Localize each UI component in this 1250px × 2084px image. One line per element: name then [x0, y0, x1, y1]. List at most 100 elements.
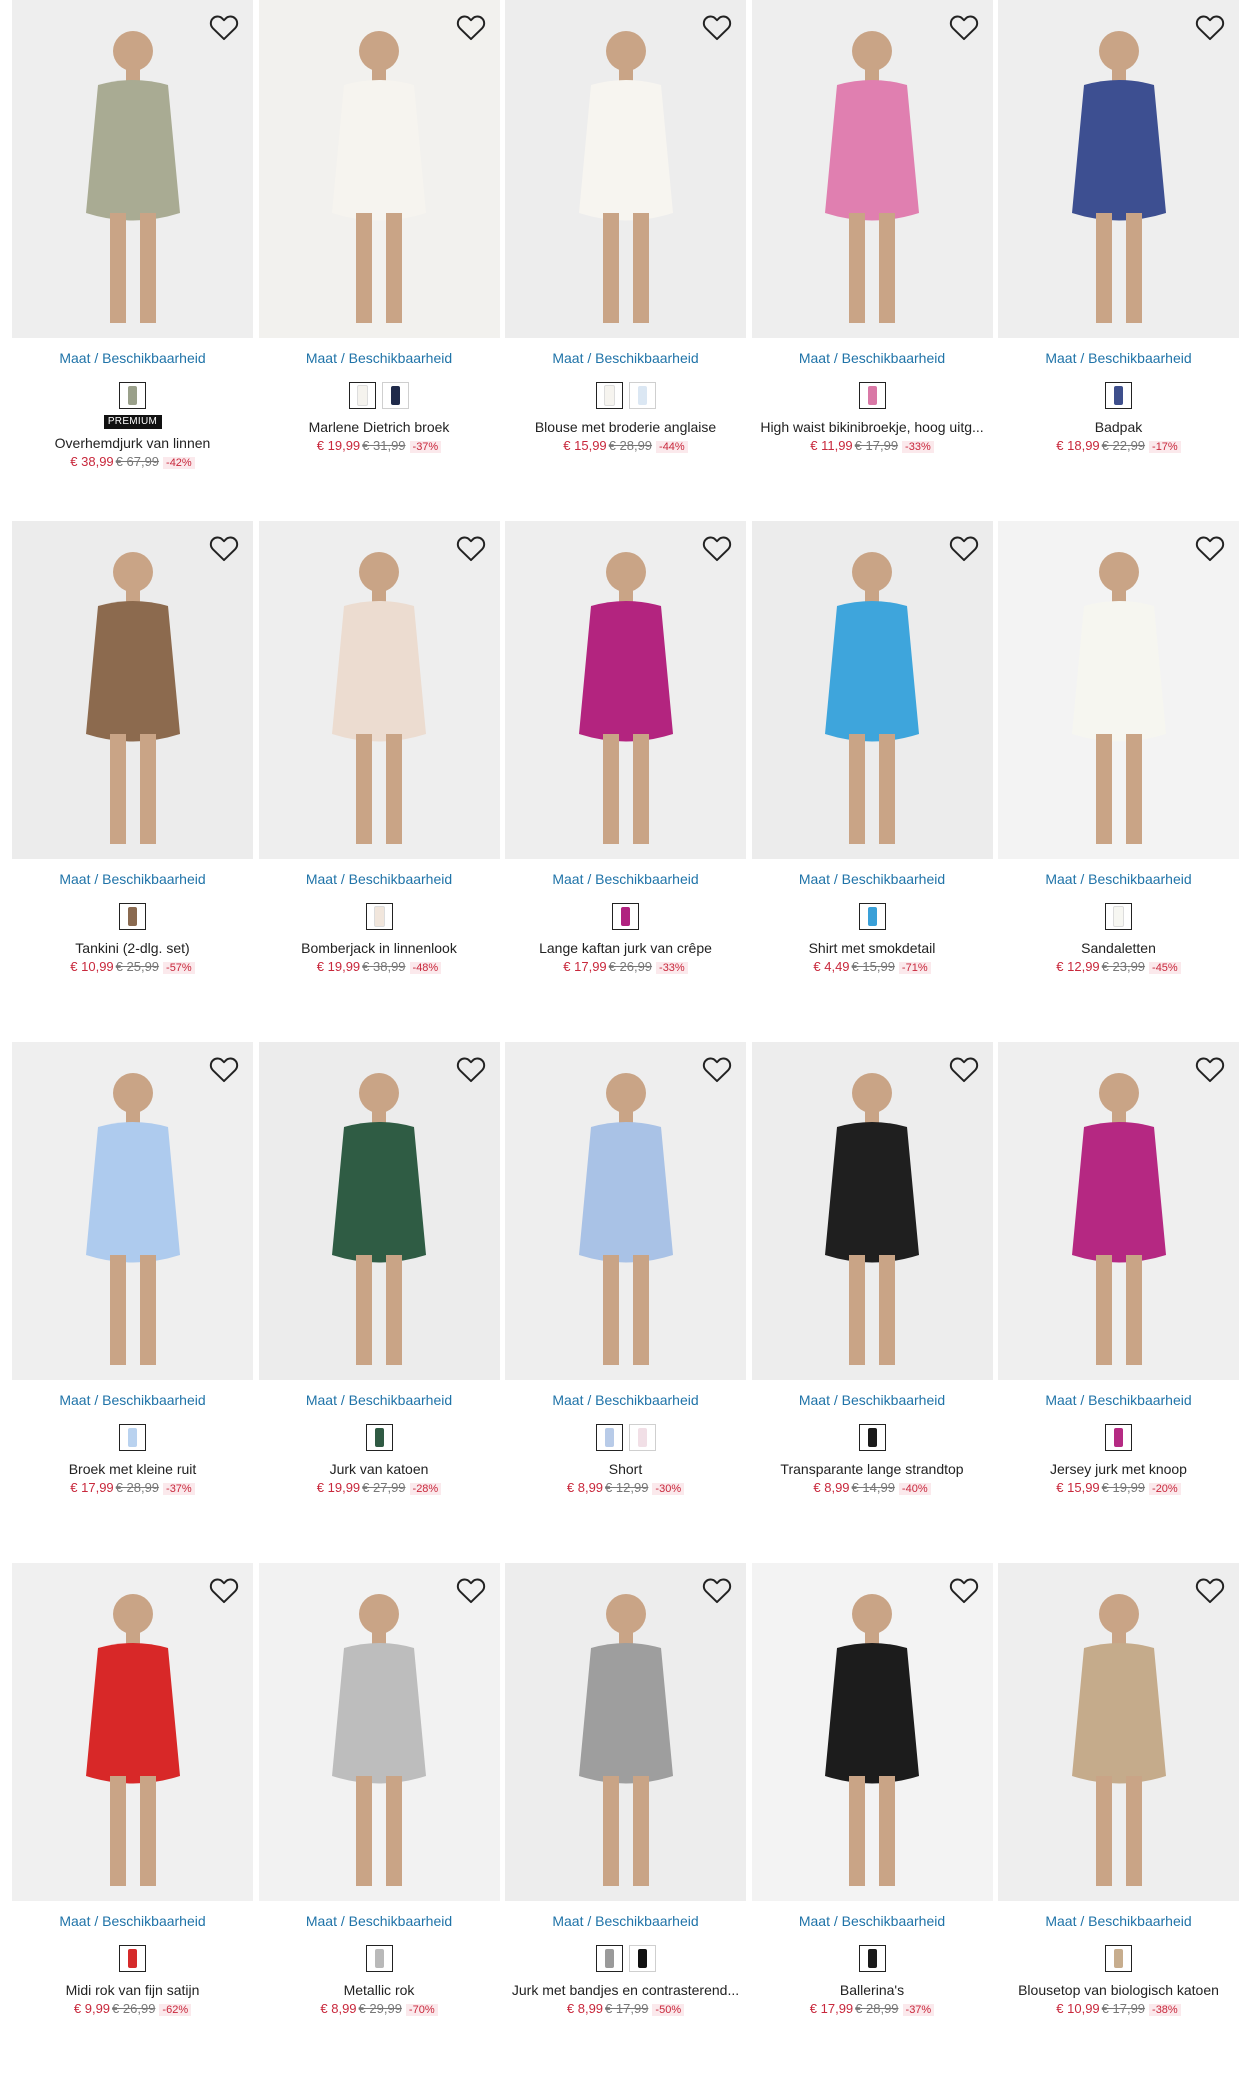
size-availability-link[interactable]: Maat / Beschikbaarheid [505, 350, 746, 368]
product-title[interactable]: Transparante lange strandtop [752, 1461, 993, 1477]
product-image[interactable] [751, 0, 993, 338]
product-title[interactable]: Marlene Dietrich broek [259, 419, 500, 435]
size-availability-link[interactable]: Maat / Beschikbaarheid [998, 1392, 1239, 1410]
product-title[interactable]: Blouse met broderie anglaise [505, 419, 746, 435]
product-card[interactable]: Maat / Beschikbaarheid Midi rok van fijn … [12, 1563, 253, 2084]
wishlist-heart-icon[interactable] [947, 1052, 981, 1086]
size-availability-link[interactable]: Maat / Beschikbaarheid [505, 1392, 746, 1410]
product-image[interactable] [12, 521, 253, 859]
size-availability-link[interactable]: Maat / Beschikbaarheid [752, 871, 993, 889]
wishlist-heart-icon[interactable] [700, 1573, 734, 1607]
product-image[interactable] [751, 521, 993, 859]
wishlist-heart-icon[interactable] [1193, 1573, 1227, 1607]
color-swatch[interactable] [858, 903, 886, 930]
product-title[interactable]: Shirt met smokdetail [752, 940, 993, 956]
product-image[interactable] [505, 1042, 746, 1380]
product-card[interactable]: Maat / Beschikbaarheid Broek met kleine r… [12, 1042, 253, 1563]
product-title[interactable]: Ballerina's [752, 1982, 993, 1998]
product-title[interactable]: Broek met kleine ruit [12, 1461, 253, 1477]
product-image[interactable] [12, 1042, 253, 1380]
color-swatch[interactable] [119, 382, 146, 409]
wishlist-heart-icon[interactable] [700, 1052, 734, 1086]
color-swatch[interactable] [858, 1945, 886, 1972]
product-card[interactable]: Maat / Beschikbaarheid Marlene Dietrich b… [258, 0, 500, 521]
wishlist-heart-icon[interactable] [207, 1052, 241, 1086]
product-title[interactable]: Metallic rok [259, 1982, 500, 1998]
color-swatch[interactable] [858, 1424, 886, 1451]
wishlist-heart-icon[interactable] [454, 1052, 488, 1086]
product-image[interactable] [998, 0, 1239, 338]
product-card[interactable]: Maat / Beschikbaarheid Jurk met bandjes e… [505, 1563, 746, 2084]
size-availability-link[interactable]: Maat / Beschikbaarheid [259, 1913, 500, 1931]
color-swatch[interactable] [365, 903, 393, 930]
color-swatch[interactable] [628, 1424, 656, 1451]
wishlist-heart-icon[interactable] [947, 10, 981, 44]
size-availability-link[interactable]: Maat / Beschikbaarheid [259, 1392, 500, 1410]
color-swatch[interactable] [119, 1424, 146, 1451]
product-card[interactable]: Maat / Beschikbaarheid Blouse met broderi… [505, 0, 746, 521]
size-availability-link[interactable]: Maat / Beschikbaarheid [998, 1913, 1239, 1931]
product-title[interactable]: Jersey jurk met knoop [998, 1461, 1239, 1477]
product-title[interactable]: Jurk met bandjes en contrasterend... [505, 1982, 746, 1998]
size-availability-link[interactable]: Maat / Beschikbaarheid [12, 1392, 253, 1410]
product-card[interactable]: Maat / Beschikbaarheid Bomberjack in linn… [258, 521, 500, 1042]
product-image[interactable] [505, 1563, 746, 1901]
size-availability-link[interactable]: Maat / Beschikbaarheid [259, 871, 500, 889]
product-title[interactable]: High waist bikinibroekje, hoog uitg... [752, 419, 993, 435]
wishlist-heart-icon[interactable] [454, 1573, 488, 1607]
size-availability-link[interactable]: Maat / Beschikbaarheid [259, 350, 500, 368]
wishlist-heart-icon[interactable] [1193, 10, 1227, 44]
color-swatch[interactable] [119, 1945, 146, 1972]
color-swatch[interactable] [349, 382, 376, 409]
product-image[interactable] [751, 1563, 993, 1901]
product-title[interactable]: Jurk van katoen [259, 1461, 500, 1477]
product-image[interactable] [12, 0, 253, 338]
product-card[interactable]: Maat / Beschikbaarheid Lange kaftan jurk … [505, 521, 746, 1042]
color-swatch[interactable] [1105, 1945, 1132, 1972]
product-card[interactable]: Maat / Beschikbaarheid High waist bikinib… [751, 0, 993, 521]
product-image[interactable] [258, 0, 500, 338]
product-image[interactable] [998, 1563, 1239, 1901]
size-availability-link[interactable]: Maat / Beschikbaarheid [12, 350, 253, 368]
product-image[interactable] [12, 1563, 253, 1901]
product-card[interactable]: Maat / Beschikbaarheid Jurk van katoen € 1… [258, 1042, 500, 1563]
wishlist-heart-icon[interactable] [207, 1573, 241, 1607]
color-swatch[interactable] [1105, 382, 1132, 409]
product-title[interactable]: Midi rok van fijn satijn [12, 1982, 253, 1998]
size-availability-link[interactable]: Maat / Beschikbaarheid [12, 871, 253, 889]
wishlist-heart-icon[interactable] [454, 10, 488, 44]
product-card[interactable]: Maat / Beschikbaarheid Badpak € 18,99 € 22,… [998, 0, 1239, 521]
color-swatch[interactable] [119, 903, 146, 930]
product-card[interactable]: Maat / Beschikbaarheid Sandaletten € 12,99… [998, 521, 1239, 1042]
color-swatch[interactable] [382, 382, 409, 409]
product-title[interactable]: Lange kaftan jurk van crêpe [505, 940, 746, 956]
product-title[interactable]: Badpak [998, 419, 1239, 435]
color-swatch[interactable] [612, 903, 639, 930]
product-image[interactable] [258, 1563, 500, 1901]
wishlist-heart-icon[interactable] [700, 10, 734, 44]
wishlist-heart-icon[interactable] [947, 531, 981, 565]
color-swatch[interactable] [365, 1945, 393, 1972]
product-card[interactable]: Maat / Beschikbaarheid Tankini (2-dlg. se… [12, 521, 253, 1042]
size-availability-link[interactable]: Maat / Beschikbaarheid [505, 871, 746, 889]
product-image[interactable] [505, 0, 746, 338]
product-image[interactable] [258, 521, 500, 859]
product-image[interactable] [998, 1042, 1239, 1380]
product-card[interactable]: Maat / Beschikbaarheid Blousetop van biol… [998, 1563, 1239, 2084]
wishlist-heart-icon[interactable] [700, 531, 734, 565]
size-availability-link[interactable]: Maat / Beschikbaarheid [998, 350, 1239, 368]
color-swatch[interactable] [628, 1945, 656, 1972]
color-swatch[interactable] [595, 382, 623, 409]
size-availability-link[interactable]: Maat / Beschikbaarheid [505, 1913, 746, 1931]
color-swatch[interactable] [1105, 903, 1132, 930]
product-card[interactable]: Maat / Beschikbaarheid Ballerina's € 17,99… [751, 1563, 993, 2084]
color-swatch[interactable] [595, 1945, 623, 1972]
wishlist-heart-icon[interactable] [1193, 531, 1227, 565]
size-availability-link[interactable]: Maat / Beschikbaarheid [998, 871, 1239, 889]
color-swatch[interactable] [858, 382, 886, 409]
product-card[interactable]: Maat / Beschikbaarheid Short € 8,99 € 12,99… [505, 1042, 746, 1563]
product-card[interactable]: Maat / Beschikbaarheid Shirt met smokdeta… [751, 521, 993, 1042]
color-swatch[interactable] [365, 1424, 393, 1451]
wishlist-heart-icon[interactable] [1193, 1052, 1227, 1086]
wishlist-heart-icon[interactable] [947, 1573, 981, 1607]
